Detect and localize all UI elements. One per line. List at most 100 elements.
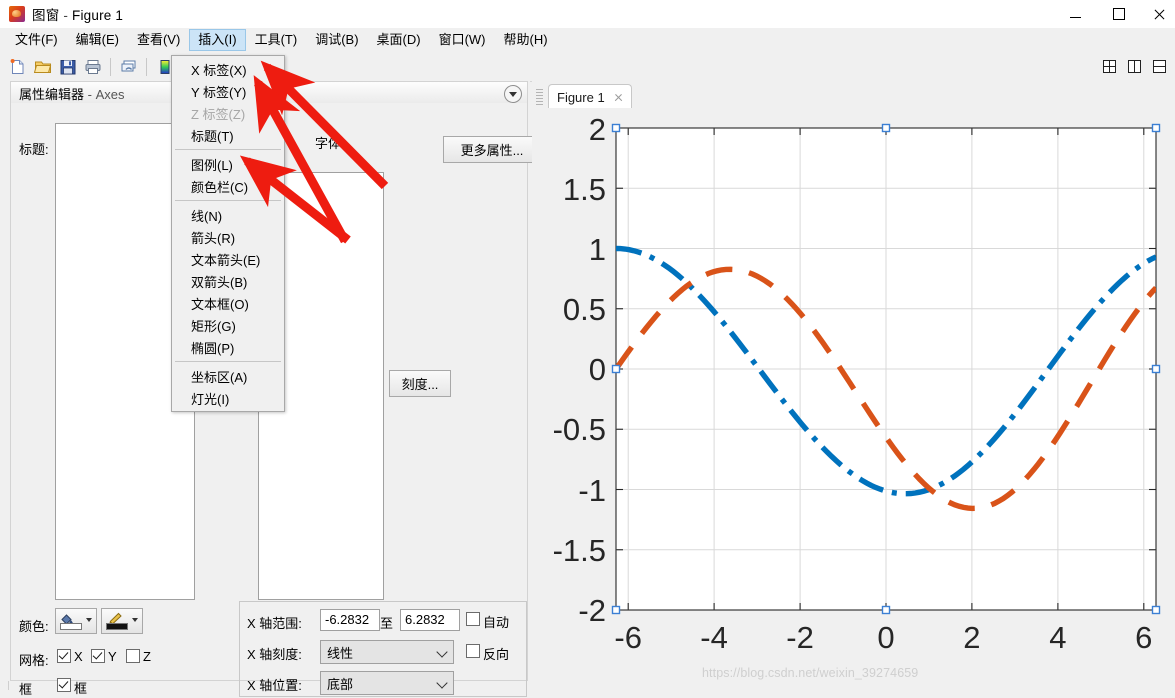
menu-item-line[interactable]: 线(N) xyxy=(172,204,284,226)
menu-item-arrow[interactable]: 箭头(R) xyxy=(172,226,284,248)
svg-text:2: 2 xyxy=(963,620,980,655)
close-button[interactable] xyxy=(1141,0,1175,28)
x-auto-label: 自动 xyxy=(483,615,510,630)
menu-separator xyxy=(175,361,281,362)
menu-item-x-label[interactable]: X 标签(X) xyxy=(172,58,284,80)
menu-item-colorbar[interactable]: 颜色栏(C) xyxy=(172,175,284,197)
menu-bar: 文件(F) 编辑(E) 查看(V) 插入(I) 工具(T) 调试(B) 桌面(D… xyxy=(0,28,1175,53)
svg-text:-6: -6 xyxy=(614,620,642,655)
plot-area[interactable]: 2 1.5 1 0.5 0 -0.5 -1 -1.5 -2 -6 -4 -2 0… xyxy=(544,108,1172,686)
svg-text:2: 2 xyxy=(589,112,606,147)
menu-view[interactable]: 查看(V) xyxy=(128,29,189,51)
menu-item-double-arrow[interactable]: 双箭头(B) xyxy=(172,270,284,292)
x-reverse-label: 反向 xyxy=(483,647,510,662)
x-range-label: X 轴范围: xyxy=(247,616,302,631)
menu-edit[interactable]: 编辑(E) xyxy=(67,29,128,51)
box-label: 框 xyxy=(19,682,33,697)
layout-horizontal-split-icon[interactable] xyxy=(1147,54,1172,79)
grid-x-label: X xyxy=(74,649,83,664)
more-properties-button[interactable]: 更多属性... xyxy=(443,136,541,163)
layout-grid-icon[interactable] xyxy=(1097,54,1122,79)
svg-text:6: 6 xyxy=(1135,620,1152,655)
matlab-logo-icon xyxy=(9,6,25,22)
svg-text:-1: -1 xyxy=(578,473,606,508)
window-controls xyxy=(1053,0,1175,28)
menu-tools[interactable]: 工具(T) xyxy=(246,29,307,51)
matlab-figure-window: 图窗 - Figure 1 文件(F) 编辑(E) 查看(V) 插入(I) 工具… xyxy=(0,0,1175,697)
menu-item-y-label[interactable]: Y 标签(Y) xyxy=(172,80,284,102)
collapse-panel-button[interactable] xyxy=(504,85,522,103)
x-range-max-input[interactable]: 6.2832 xyxy=(400,609,460,631)
figure-axes[interactable]: 2 1.5 1 0.5 0 -0.5 -1 -1.5 -2 -6 -4 -2 0… xyxy=(544,108,1172,686)
x-auto-checkbox[interactable] xyxy=(466,612,480,627)
svg-text:1.5: 1.5 xyxy=(563,172,606,207)
svg-text:1: 1 xyxy=(589,232,606,267)
window-title: 图窗 - Figure 1 xyxy=(32,4,123,24)
svg-text:4: 4 xyxy=(1049,620,1066,655)
menu-separator xyxy=(175,200,281,201)
box-checkbox[interactable] xyxy=(57,678,71,693)
new-figure-icon[interactable] xyxy=(5,54,30,79)
box-checkbox-label: 框 xyxy=(74,681,88,696)
svg-text:-0.5: -0.5 xyxy=(553,412,606,447)
svg-text:-2: -2 xyxy=(786,620,814,655)
svg-text:-4: -4 xyxy=(700,620,728,655)
menu-help[interactable]: 帮助(H) xyxy=(495,29,557,51)
menu-item-z-label: Z 标签(Z) xyxy=(191,106,246,122)
svg-text:0.5: 0.5 xyxy=(563,292,606,327)
x-location-label: X 轴位置: xyxy=(247,678,302,693)
menu-item-ellipse[interactable]: 椭圆(P) xyxy=(172,336,284,358)
property-editor-title-text: 属性编辑器 xyxy=(19,86,85,102)
ticks-button[interactable]: 刻度... xyxy=(389,370,451,397)
title-bar: 图窗 - Figure 1 xyxy=(0,0,1175,29)
grid-x-checkbox[interactable] xyxy=(57,649,71,664)
svg-text:0: 0 xyxy=(589,352,606,387)
toolbar-layout-group xyxy=(1097,52,1172,81)
menu-item-title[interactable]: 标题(T) xyxy=(172,124,284,146)
grid-label: 网格: xyxy=(19,653,49,668)
minimize-button[interactable] xyxy=(1053,0,1097,28)
x-range-to-label: 至 xyxy=(380,616,394,631)
menu-item-axes[interactable]: 坐标区(A) xyxy=(172,365,284,387)
menu-debug[interactable]: 调试(B) xyxy=(306,29,367,51)
font-button[interactable]: 字体 xyxy=(303,134,353,153)
figure-pane: Figure 1 2 1.5 1 0.5 0 -0.5 -1 -1.5 -2 -… xyxy=(532,81,1175,690)
menu-item-text-arrow[interactable]: 文本箭头(E) xyxy=(172,248,284,270)
x-scale-select[interactable]: 线性 xyxy=(320,640,454,664)
save-icon[interactable] xyxy=(55,54,80,79)
menu-file[interactable]: 文件(F) xyxy=(6,29,67,51)
property-editor-object-name: - Axes xyxy=(84,86,125,102)
layout-vertical-split-icon[interactable] xyxy=(1122,54,1147,79)
menu-separator xyxy=(175,149,281,150)
menu-window[interactable]: 窗口(W) xyxy=(430,29,495,51)
menu-item-light[interactable]: 灯光(I) xyxy=(172,387,284,409)
menu-desktop[interactable]: 桌面(D) xyxy=(368,29,430,51)
tab-figure-1[interactable]: Figure 1 xyxy=(548,84,632,109)
x-reverse-checkbox[interactable] xyxy=(466,644,480,659)
menu-item-legend[interactable]: 图例(L) xyxy=(172,153,284,175)
grid-y-label: Y xyxy=(108,649,117,664)
window-title-app: 图窗 xyxy=(32,8,60,23)
color-label: 颜色: xyxy=(19,619,49,634)
menu-item-rectangle[interactable]: 矩形(G) xyxy=(172,314,284,336)
grid-y-checkbox[interactable] xyxy=(91,649,105,664)
svg-text:-1.5: -1.5 xyxy=(553,533,606,568)
menu-insert[interactable]: 插入(I) xyxy=(189,29,246,51)
grid-z-checkbox[interactable] xyxy=(126,649,140,664)
open-file-icon[interactable] xyxy=(30,54,55,79)
edge-color-button[interactable] xyxy=(101,608,143,634)
menu-item-textbox[interactable]: 文本框(O) xyxy=(172,292,284,314)
maximize-button[interactable] xyxy=(1097,0,1141,28)
close-icon[interactable] xyxy=(614,93,623,102)
grid-z-label: Z xyxy=(143,649,151,664)
x-scale-label: X 轴刻度: xyxy=(247,647,302,662)
x-range-min-input[interactable]: -6.2832 xyxy=(320,609,380,631)
print-icon[interactable] xyxy=(80,54,105,79)
x-location-select[interactable]: 底部 xyxy=(320,671,454,695)
x-scale-value: 线性 xyxy=(327,645,354,661)
watermark-text: https://blog.csdn.net/weixin_39274659 xyxy=(702,666,919,680)
fill-color-button[interactable] xyxy=(55,608,97,634)
pane-drag-handle[interactable] xyxy=(536,89,544,105)
link-plot-icon[interactable] xyxy=(116,54,141,79)
window-title-document: Figure 1 xyxy=(72,8,124,23)
